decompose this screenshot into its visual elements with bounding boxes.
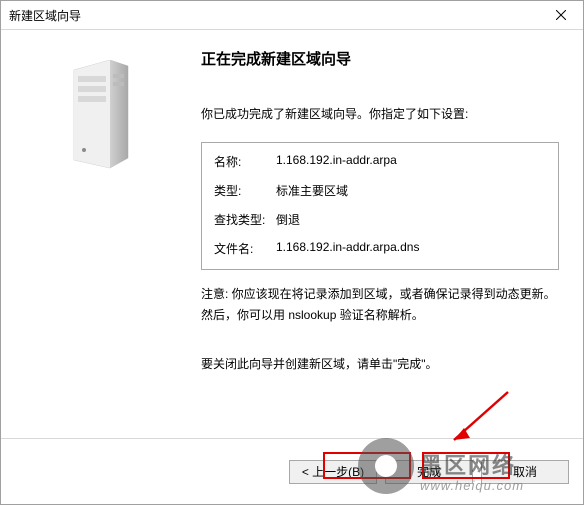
server-tower-icon: [66, 60, 136, 170]
closing-text: 要关闭此向导并创建新区域，请单击"完成"。: [201, 355, 559, 374]
note-text: 注意: 你应该现在将记录添加到区域，或者确保记录得到动态更新。然后，你可以用 n…: [201, 284, 559, 325]
setting-value: 标准主要区域: [276, 182, 348, 199]
setting-value: 1.168.192.in-addr.arpa: [276, 153, 397, 170]
setting-value: 1.168.192.in-addr.arpa.dns: [276, 240, 419, 257]
content-area: 正在完成新建区域向导 你已成功完成了新建区域向导。你指定了如下设置: 名称: 1…: [1, 30, 583, 438]
page-heading: 正在完成新建区域向导: [201, 48, 559, 69]
setting-row: 查找类型: 倒退: [214, 211, 546, 228]
setting-label: 类型:: [214, 182, 276, 199]
setting-row: 文件名: 1.168.192.in-addr.arpa.dns: [214, 240, 546, 257]
close-button[interactable]: [539, 1, 583, 29]
cancel-button[interactable]: 取消: [481, 460, 569, 484]
setting-row: 类型: 标准主要区域: [214, 182, 546, 199]
setting-value: 倒退: [276, 211, 300, 228]
settings-summary-box: 名称: 1.168.192.in-addr.arpa 类型: 标准主要区域 查找…: [201, 142, 559, 270]
setting-row: 名称: 1.168.192.in-addr.arpa: [214, 153, 546, 170]
titlebar: 新建区域向导: [1, 1, 583, 29]
back-button[interactable]: < 上一步(B): [289, 460, 377, 484]
button-bar: < 上一步(B) 完成 取消: [1, 438, 583, 504]
setting-label: 名称:: [214, 153, 276, 170]
window-title: 新建区域向导: [9, 7, 81, 24]
close-icon: [556, 10, 566, 20]
left-pane: [1, 30, 201, 438]
setting-label: 文件名:: [214, 240, 276, 257]
setting-label: 查找类型:: [214, 211, 276, 228]
finish-button[interactable]: 完成: [385, 460, 473, 484]
wizard-window: 新建区域向导: [0, 0, 584, 505]
intro-text: 你已成功完成了新建区域向导。你指定了如下设置:: [201, 105, 559, 124]
right-pane: 正在完成新建区域向导 你已成功完成了新建区域向导。你指定了如下设置: 名称: 1…: [201, 30, 583, 438]
